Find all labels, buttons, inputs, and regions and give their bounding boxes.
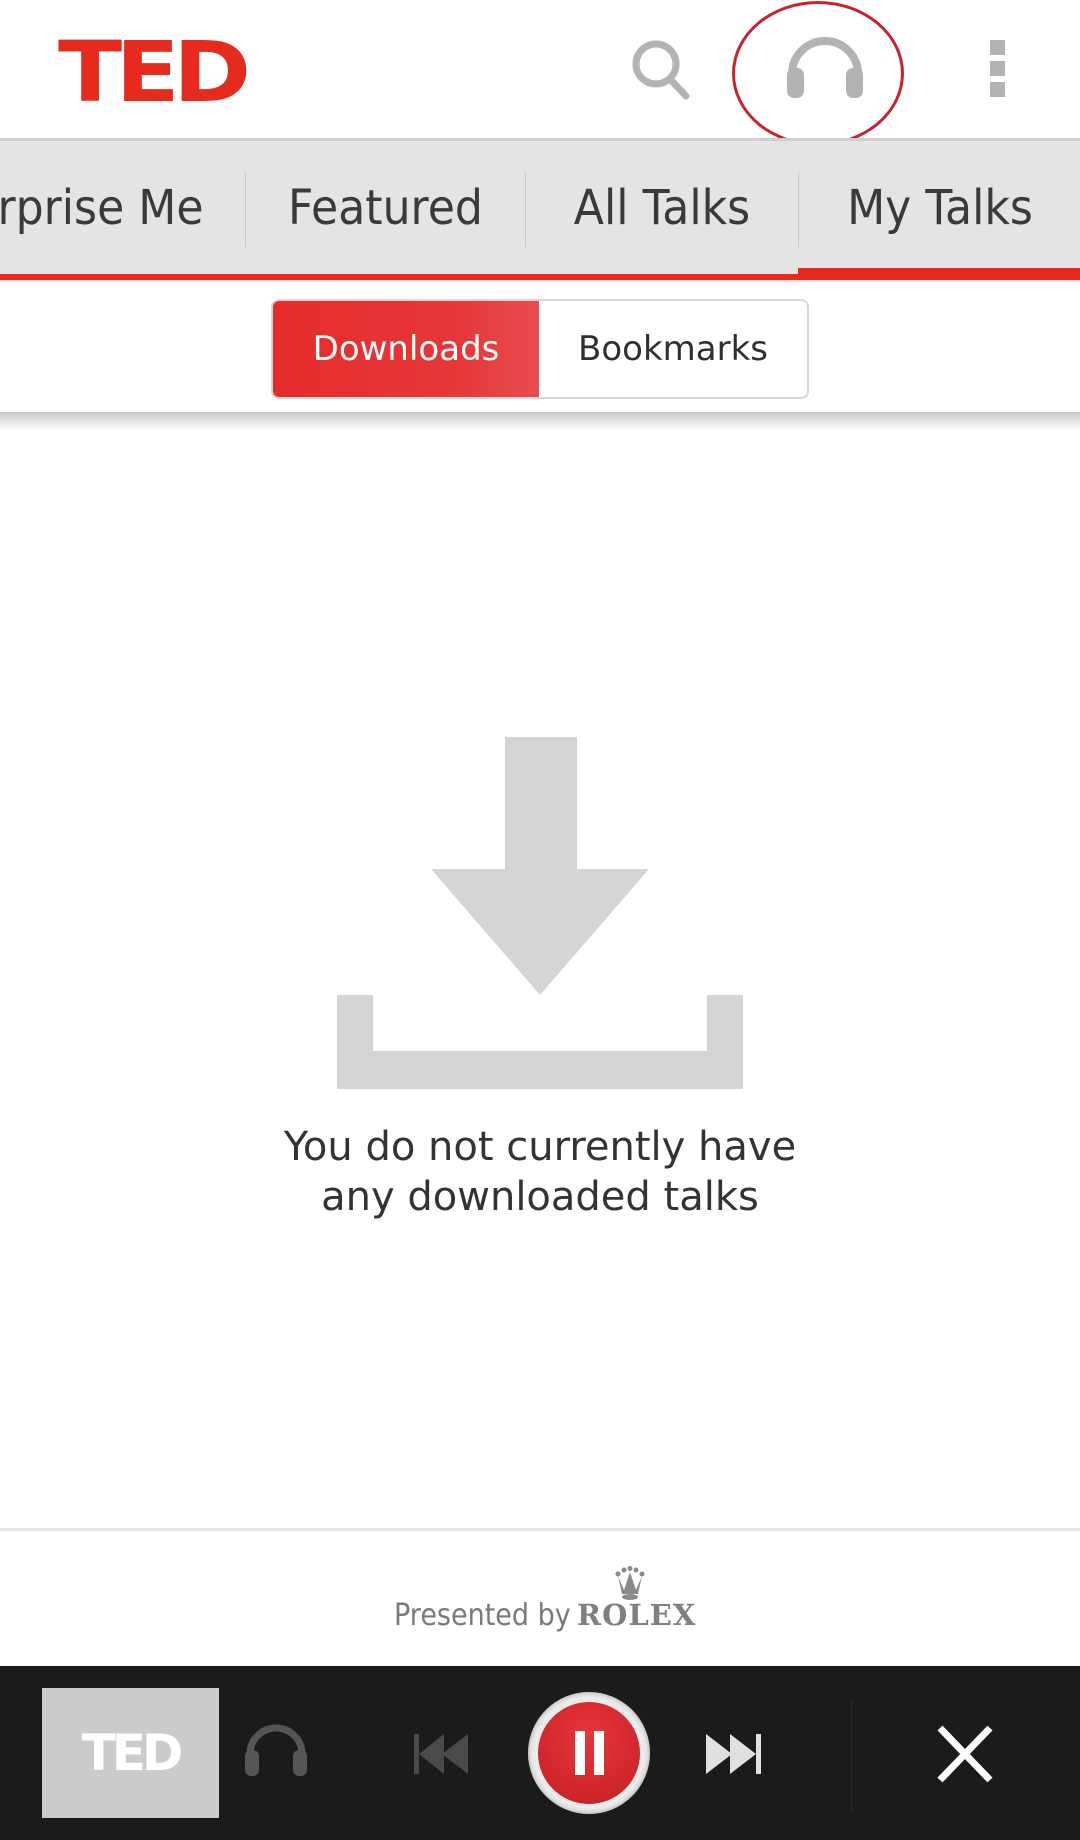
category-tab-bar: rprise Me Featured All Talks My Talks xyxy=(0,138,1080,282)
crown-icon xyxy=(615,1566,645,1600)
tab-divider xyxy=(798,173,799,247)
ted-logo[interactable]: TED xyxy=(58,30,251,114)
downloads-segment[interactable]: Downloads xyxy=(273,301,539,397)
headphones-icon xyxy=(787,37,863,98)
header-shadow xyxy=(0,412,1080,430)
sponsor-label: Presented by xyxy=(394,1598,571,1633)
overflow-menu-button[interactable] xyxy=(975,30,1020,110)
tab-surprise-me[interactable]: rprise Me xyxy=(0,141,213,275)
empty-state-message: You do not currently have any downloaded… xyxy=(240,1122,840,1222)
empty-state-line-2: any downloaded talks xyxy=(321,1174,759,1220)
player-thumbnail-logo: TED xyxy=(81,1724,184,1782)
close-icon[interactable] xyxy=(930,1722,1000,1786)
next-icon[interactable] xyxy=(700,1730,766,1778)
tab-featured[interactable]: Featured xyxy=(257,141,514,275)
pause-button[interactable] xyxy=(528,1692,650,1814)
downloads-bookmarks-toggle: Downloads Bookmarks xyxy=(271,299,809,399)
search-icon xyxy=(632,40,690,100)
audio-listen-button[interactable] xyxy=(780,30,870,110)
tab-all-talks[interactable]: All Talks xyxy=(537,141,787,275)
active-tab-indicator xyxy=(798,268,1080,280)
overflow-menu-icon xyxy=(990,40,1005,97)
footer-divider xyxy=(0,1528,1080,1531)
player-thumbnail[interactable]: TED xyxy=(42,1688,219,1818)
previous-icon[interactable] xyxy=(410,1730,476,1778)
bookmarks-segment[interactable]: Bookmarks xyxy=(539,301,807,397)
headphones-icon xyxy=(245,1724,307,1776)
search-button[interactable] xyxy=(620,30,700,110)
tab-my-talks[interactable]: My Talks xyxy=(810,141,1069,275)
tab-divider xyxy=(525,173,526,247)
pause-icon xyxy=(538,1702,640,1804)
empty-state-line-1: You do not currently have xyxy=(283,1124,797,1170)
tab-divider xyxy=(245,173,246,247)
player-divider xyxy=(851,1700,852,1812)
sponsor-brand[interactable]: ROLEX xyxy=(577,1598,696,1632)
download-icon xyxy=(337,737,743,1089)
